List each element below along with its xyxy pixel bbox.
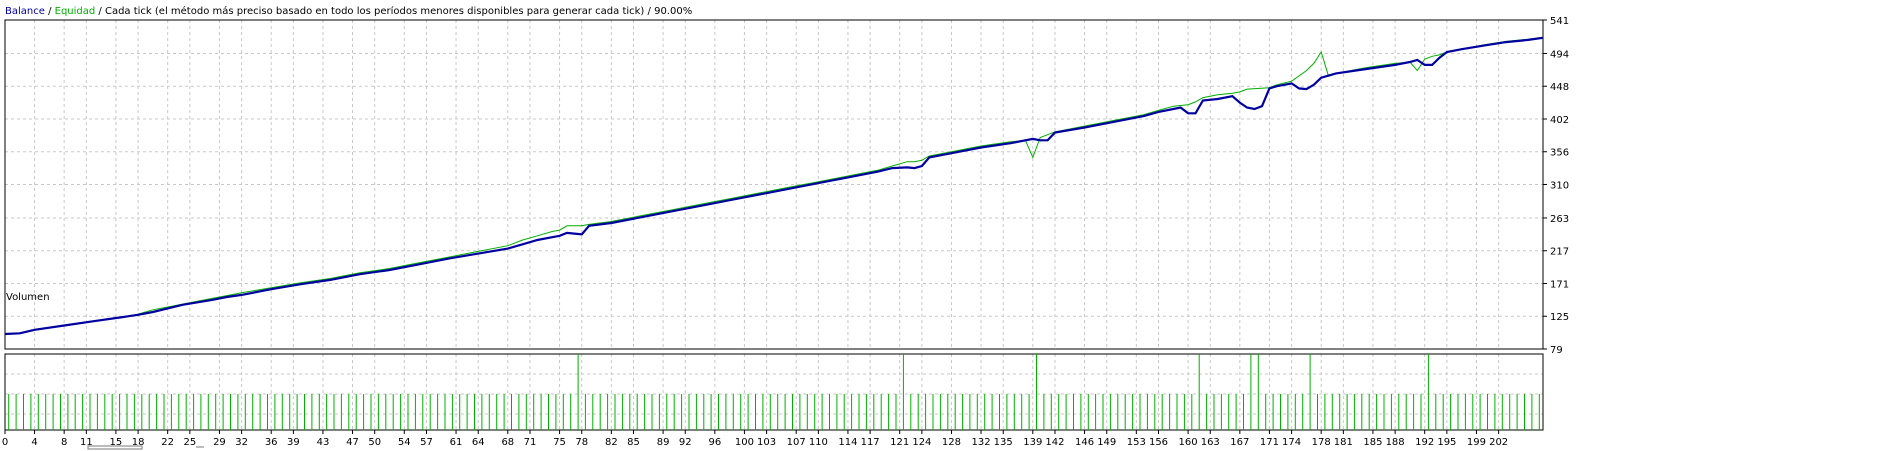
x-tick-label: 128 bbox=[942, 437, 961, 448]
x-tick-label: 8 bbox=[61, 437, 67, 448]
x-tick-label: 25 bbox=[183, 437, 196, 448]
x-tick-label: 22 bbox=[161, 437, 174, 448]
x-tick-label: 121 bbox=[890, 437, 909, 448]
y-tick-label: 263 bbox=[1550, 214, 1569, 225]
x-tick-label: 96 bbox=[708, 437, 721, 448]
x-tick-label: 174 bbox=[1282, 437, 1301, 448]
x-tick-label: 82 bbox=[605, 437, 618, 448]
x-tick-label: 135 bbox=[994, 437, 1013, 448]
x-tick-label: 163 bbox=[1201, 437, 1220, 448]
x-tick-label: 149 bbox=[1097, 437, 1116, 448]
legend-separator: / bbox=[45, 6, 55, 17]
x-tick-label: 142 bbox=[1045, 437, 1064, 448]
x-tick-label: 153 bbox=[1127, 437, 1146, 448]
legend-quality: 90.00% bbox=[654, 6, 692, 17]
x-tick-label: 43 bbox=[317, 437, 330, 448]
x-tick-label: 156 bbox=[1149, 437, 1168, 448]
x-tick-label: 192 bbox=[1415, 437, 1434, 448]
chart: 79125171217263310356402448494541 0 4 8 11 15… bbox=[0, 0, 1886, 451]
x-tick-label: 185 bbox=[1363, 437, 1382, 448]
y-tick-label: 310 bbox=[1550, 181, 1569, 192]
y-tick-label: 171 bbox=[1550, 279, 1569, 290]
x-tick-label: 178 bbox=[1312, 437, 1331, 448]
x-tick-label: 85 bbox=[627, 437, 640, 448]
x-tick-label: 124 bbox=[912, 437, 931, 448]
x-tick-label: 39 bbox=[287, 437, 300, 448]
x-tick-label: 132 bbox=[971, 437, 990, 448]
chart-background bbox=[0, 0, 1886, 451]
legend-separator: / bbox=[644, 6, 654, 17]
x-tick-label: 167 bbox=[1230, 437, 1249, 448]
x-tick-label: 117 bbox=[861, 437, 880, 448]
x-tick-label: 89 bbox=[657, 437, 670, 448]
legend-balance: Balance bbox=[5, 6, 45, 17]
x-tick-label: 146 bbox=[1075, 437, 1094, 448]
x-tick-label: 71 bbox=[524, 437, 537, 448]
volume-label: Volumen bbox=[6, 292, 50, 303]
x-tick-label: 47 bbox=[346, 437, 359, 448]
x-tick-label: 78 bbox=[575, 437, 588, 448]
x-tick-label: 64 bbox=[472, 437, 485, 448]
legend-separator: / bbox=[95, 6, 105, 17]
x-tick-label: 29 bbox=[213, 437, 226, 448]
x-tick-label: 68 bbox=[501, 437, 514, 448]
x-tick-label: 110 bbox=[809, 437, 828, 448]
x-tick-label: 114 bbox=[838, 437, 857, 448]
x-tick-label: 75 bbox=[553, 437, 566, 448]
x-tick-label: 0 bbox=[2, 437, 8, 448]
y-tick-label: 356 bbox=[1550, 148, 1569, 159]
x-tick-label: 199 bbox=[1467, 437, 1486, 448]
x-tick-label: 32 bbox=[235, 437, 248, 448]
x-tick-label: 100 bbox=[735, 437, 754, 448]
y-tick-label: 79 bbox=[1550, 345, 1563, 356]
x-tick-label: 50 bbox=[368, 437, 381, 448]
x-tick-label: 4 bbox=[31, 437, 37, 448]
y-tick-label: 448 bbox=[1550, 82, 1569, 93]
y-tick-label: 402 bbox=[1550, 115, 1569, 126]
x-tick-label: 181 bbox=[1334, 437, 1353, 448]
x-tick-label: 57 bbox=[420, 437, 433, 448]
x-tick-label: 195 bbox=[1437, 437, 1456, 448]
x-tick-label: 188 bbox=[1386, 437, 1405, 448]
y-tick-label: 125 bbox=[1550, 312, 1569, 323]
x-tick-label: 54 bbox=[398, 437, 411, 448]
x-tick-label: 92 bbox=[679, 437, 692, 448]
x-tick-label: 36 bbox=[265, 437, 278, 448]
x-tick-label: 107 bbox=[787, 437, 806, 448]
y-tick-label: 494 bbox=[1550, 49, 1569, 60]
legend-model: Cada tick (el método más preciso basado … bbox=[105, 5, 644, 17]
x-tick-label: 139 bbox=[1023, 437, 1042, 448]
legend-equity: Equidad bbox=[55, 6, 96, 17]
y-tick-label: 541 bbox=[1550, 16, 1569, 27]
chart-legend: Balance / Equidad / Cada tick (el método… bbox=[5, 5, 692, 17]
x-tick-label: 61 bbox=[450, 437, 463, 448]
y-tick-label: 217 bbox=[1550, 247, 1569, 258]
x-tick-label: 171 bbox=[1260, 437, 1279, 448]
x-tick-label: 160 bbox=[1179, 437, 1198, 448]
x-tick-label: 202 bbox=[1489, 437, 1508, 448]
x-tick-label: 103 bbox=[757, 437, 776, 448]
